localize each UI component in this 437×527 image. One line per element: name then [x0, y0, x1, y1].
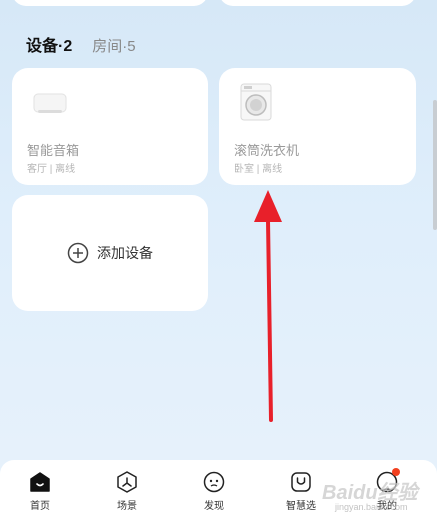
device-meta: 卧室 | 离线 [234, 160, 282, 175]
home-icon [30, 472, 50, 492]
watermark-url: jingyan.baidu.com [335, 502, 408, 512]
scene-icon [117, 471, 137, 493]
device-room: 卧室 [234, 164, 254, 175]
notification-badge [392, 468, 400, 476]
nav-discover[interactable]: 发现 [184, 470, 244, 512]
add-device-card[interactable]: 添加设备 [12, 195, 208, 311]
device-meta: 客厅 | 离线 [27, 160, 75, 175]
smart-speaker-icon [33, 93, 67, 113]
device-status: 离线 [55, 164, 76, 175]
status-separator: | [254, 164, 263, 175]
device-room: 客厅 [27, 164, 47, 175]
status-separator: | [47, 164, 56, 175]
nav-home[interactable]: 首页 [10, 470, 70, 512]
nav-scene[interactable]: 场景 [97, 470, 157, 512]
device-card-washing-machine[interactable]: 滚筒洗衣机 卧室 | 离线 [219, 68, 416, 185]
device-card-partial[interactable] [219, 0, 416, 6]
plus-circle-icon [67, 242, 89, 264]
add-device-label: 添加设备 [97, 245, 153, 261]
device-card-smart-speaker[interactable]: 智能音箱 客厅 | 离线 [12, 68, 208, 185]
tab-rooms[interactable]: 房间·5 [92, 35, 135, 56]
nav-label: 发现 [204, 501, 224, 512]
smart-select-icon [291, 472, 311, 492]
tab-devices[interactable]: 设备·2 [26, 32, 72, 56]
watermark-brand: Baidu经验 [322, 482, 418, 504]
nav-label: 首页 [30, 501, 50, 512]
device-room-tabs: 设备·2 房间·5 [26, 32, 136, 56]
device-name: 滚筒洗衣机 [234, 143, 300, 158]
red-arrow-annotation [254, 190, 282, 422]
device-status: 离线 [262, 164, 283, 175]
washing-machine-icon [240, 83, 272, 121]
discover-icon [203, 471, 225, 493]
device-card-partial[interactable] [12, 0, 208, 6]
nav-label: 场景 [117, 501, 137, 512]
scrollbar[interactable] [433, 100, 437, 230]
device-name: 智能音箱 [27, 143, 80, 158]
